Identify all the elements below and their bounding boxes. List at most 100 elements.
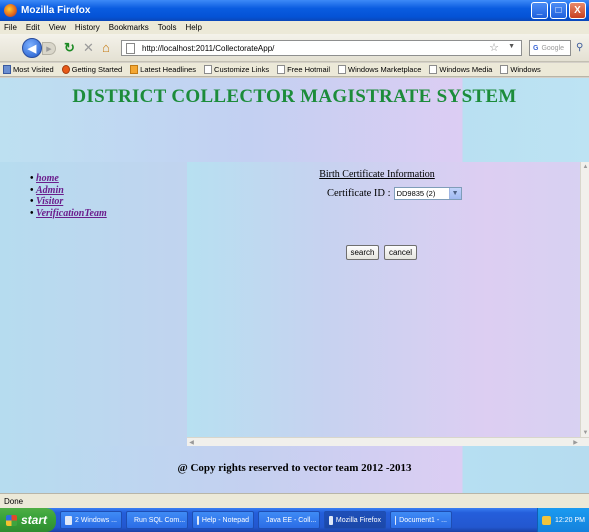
page-content: DISTRICT COLLECTOR MAGISTRATE SYSTEM hom… (0, 78, 589, 493)
url-dropdown-icon[interactable]: ▼ (508, 43, 515, 50)
menu-help[interactable]: Help (185, 23, 201, 32)
bookmark-free-hotmail[interactable]: Free Hotmail (277, 65, 330, 74)
home-icon[interactable]: ⌂ (102, 41, 110, 55)
taskbar-item-notepad[interactable]: Help - Notepad (192, 511, 254, 529)
page-icon (277, 65, 286, 74)
taskbar-item-document[interactable]: Document1 - ... (390, 511, 452, 529)
start-label: start (21, 513, 48, 527)
page-icon (429, 65, 438, 74)
maximize-button[interactable]: □ (550, 2, 567, 19)
bookmark-label: Windows Marketplace (348, 65, 422, 74)
bookmark-latest-headlines[interactable]: Latest Headlines (130, 65, 196, 74)
window-title-bar: Mozilla Firefox _ □ X (0, 0, 589, 21)
system-tray: 12:20 PM (537, 508, 589, 532)
minimize-button[interactable]: _ (531, 2, 548, 19)
bookmark-label: Free Hotmail (287, 65, 331, 74)
bookmark-label: Windows Media (439, 65, 493, 74)
address-text: http://localhost:2011/CollectorateApp/ (142, 43, 275, 53)
page-title: DISTRICT COLLECTOR MAGISTRATE SYSTEM (72, 86, 517, 107)
bookmark-label: Latest Headlines (140, 65, 197, 74)
chevron-down-icon[interactable]: ▼ (448, 188, 461, 199)
search-input[interactable]: G Google (529, 40, 571, 56)
nav-item-verification-team: VerificationTeam (30, 208, 107, 220)
nav-item-admin: Admin (30, 185, 107, 197)
nav-link-admin[interactable]: Admin (36, 185, 64, 196)
bookmark-label: Most Visited (13, 65, 54, 74)
page-icon (126, 43, 135, 54)
back-arrow-icon: ◀ (27, 42, 37, 55)
task-label: Java EE - Coll... (266, 516, 317, 524)
notepad-icon (197, 515, 199, 525)
taskbar-item-java-ee[interactable]: Java EE - Coll... (258, 511, 320, 529)
back-button[interactable]: ◀ (22, 38, 42, 58)
forward-button[interactable]: ▶ (42, 42, 56, 55)
taskbar-item-run-sql[interactable]: Run SQL Com... (126, 511, 188, 529)
bookmark-label: Windows (510, 65, 541, 74)
task-label: Document1 - ... (399, 516, 447, 524)
taskbar-item-firefox[interactable]: Mozilla Firefox (324, 511, 386, 529)
menu-history[interactable]: History (75, 23, 100, 32)
forward-arrow-icon: ▶ (46, 45, 52, 53)
certificate-id-value: DD9835 (2) (396, 189, 436, 198)
bookmark-most-visited[interactable]: Most Visited (3, 65, 54, 74)
menu-view[interactable]: View (49, 23, 66, 32)
start-button[interactable]: start (0, 508, 56, 532)
windows-flag-icon (6, 514, 17, 526)
windows-taskbar: start 2 Windows ... Run SQL Com... Help … (0, 508, 589, 532)
bookmark-windows-media[interactable]: Windows Media (429, 65, 492, 74)
copyright-text: @ Copy rights reserved to vector team 20… (177, 462, 412, 474)
nav-item-home: home (30, 173, 107, 185)
firefox-icon (329, 515, 333, 525)
bookmark-label: Getting Started (71, 65, 123, 74)
close-button[interactable]: X (569, 2, 586, 19)
nav-link-verification-team[interactable]: VerificationTeam (36, 208, 107, 219)
nav-link-visitor[interactable]: Visitor (36, 196, 63, 207)
page-icon (204, 65, 213, 74)
certificate-id-label: Certificate ID : (327, 188, 391, 199)
stop-icon[interactable]: ✕ (83, 41, 94, 55)
certificate-id-row: Certificate ID : DD9835 (2) ▼ (327, 187, 462, 200)
volume-icon[interactable] (542, 515, 552, 525)
horizontal-scrollbar[interactable]: ◀ ▶ (187, 437, 589, 446)
task-label: Mozilla Firefox (335, 516, 381, 524)
rss-icon (130, 65, 139, 74)
bookmark-windows[interactable]: Windows (500, 65, 541, 74)
page-icon (500, 65, 509, 74)
bookmark-customize-links[interactable]: Customize Links (204, 65, 269, 74)
status-text: Done (4, 496, 24, 506)
certificate-id-select[interactable]: DD9835 (2) ▼ (393, 187, 462, 200)
menu-bookmarks[interactable]: Bookmarks (109, 23, 149, 32)
nav-item-visitor: Visitor (30, 196, 107, 208)
folder-icon (65, 515, 72, 525)
most-visited-icon (3, 65, 11, 74)
word-document-icon (395, 515, 397, 525)
panel-heading: Birth Certificate Information (319, 169, 435, 180)
clock: 12:20 PM (555, 516, 585, 524)
menu-tools[interactable]: Tools (158, 23, 177, 32)
bookmark-label: Customize Links (214, 65, 270, 74)
status-bar: Done (0, 493, 589, 508)
menu-edit[interactable]: Edit (26, 23, 40, 32)
nav-link-home[interactable]: home (36, 173, 59, 184)
reload-icon[interactable]: ↻ (64, 41, 75, 55)
bookmark-star-icon[interactable]: ☆ (489, 41, 499, 54)
search-icon[interactable]: ⚲ (576, 42, 583, 53)
task-label: Help - Notepad (201, 516, 249, 524)
search-placeholder: Google (541, 44, 565, 52)
bookmark-windows-marketplace[interactable]: Windows Marketplace (338, 65, 421, 74)
menu-file[interactable]: File (4, 23, 17, 32)
search-button[interactable]: search (346, 245, 379, 260)
google-icon[interactable]: G (533, 45, 538, 52)
scroll-up-icon[interactable]: ▲ (581, 162, 589, 171)
task-label: 2 Windows ... (74, 516, 117, 524)
scroll-down-icon[interactable]: ▼ (581, 428, 589, 437)
bookmark-getting-started[interactable]: Getting Started (61, 65, 123, 74)
window-title: Mozilla Firefox (21, 5, 91, 16)
task-label: Run SQL Com... (134, 516, 186, 524)
navigation-toolbar: ◀ ▶ ↻ ✕ ⌂ http://localhost:2011/Collecto… (0, 34, 589, 62)
vertical-scrollbar[interactable]: ▲ ▼ (580, 162, 589, 437)
cancel-button[interactable]: cancel (384, 245, 417, 260)
taskbar-item-windows[interactable]: 2 Windows ... (60, 511, 122, 529)
firefox-icon (61, 65, 70, 74)
address-bar[interactable]: http://localhost:2011/CollectorateApp/ ☆… (121, 40, 522, 56)
